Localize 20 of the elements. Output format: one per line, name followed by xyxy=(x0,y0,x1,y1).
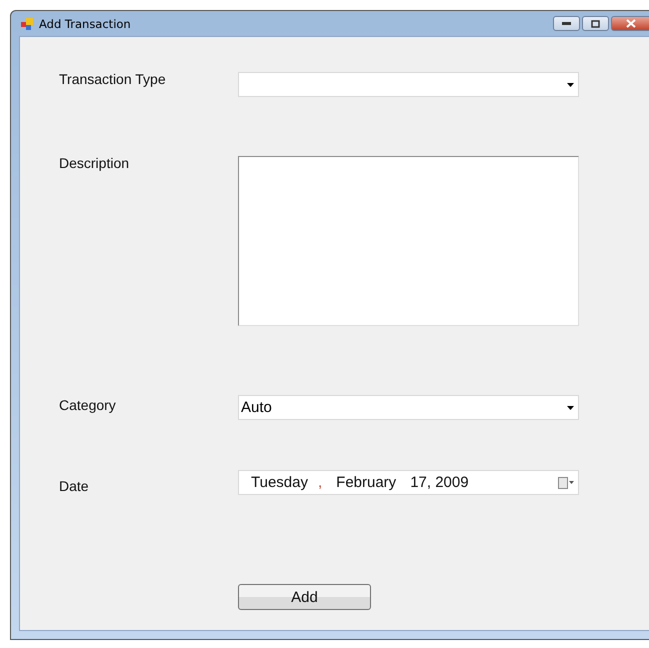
field-label: Date xyxy=(59,478,90,495)
field-label: Description xyxy=(59,155,130,173)
description-field[interactable] xyxy=(238,156,579,326)
field-label: Transaction Type xyxy=(59,71,167,89)
minimize-icon xyxy=(562,22,571,25)
window-title: Add Transaction xyxy=(39,16,131,30)
close-button[interactable] xyxy=(611,16,649,31)
dropdown-arrow-icon xyxy=(567,406,574,410)
maximize-icon xyxy=(591,20,600,28)
dropdown-field[interactable]: Auto xyxy=(238,395,579,420)
app-icon xyxy=(21,18,33,30)
dropdown-field[interactable] xyxy=(238,72,579,97)
date-picker[interactable]: Tuesday , February 17, 2009 xyxy=(238,470,579,495)
maximize-button[interactable] xyxy=(582,16,609,31)
add-button[interactable]: Add xyxy=(238,584,371,610)
field-label: Category xyxy=(59,397,117,415)
dropdown-arrow-icon xyxy=(567,82,574,86)
close-icon xyxy=(626,19,636,28)
calendar-icon xyxy=(558,476,574,488)
minimize-button[interactable] xyxy=(553,16,580,31)
